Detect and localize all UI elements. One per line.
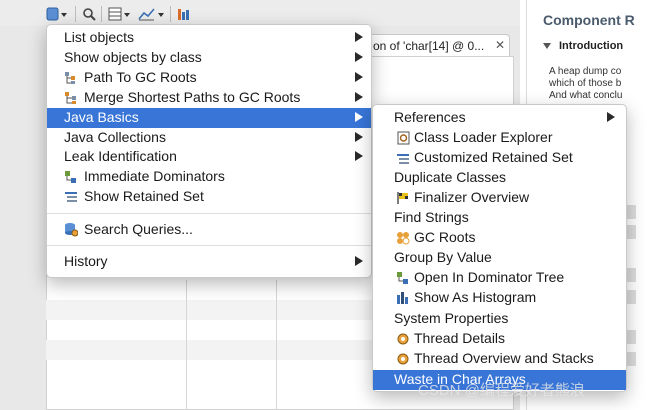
thread-details-icon: [396, 331, 410, 346]
search-queries-icon: [64, 222, 78, 237]
menu-item-java-collections[interactable]: Java Collections: [47, 128, 371, 148]
chart-dropdown-button[interactable]: [138, 7, 166, 21]
editor-tab[interactable]: on of 'char[14] @ 0... ✕: [368, 34, 510, 56]
submenu-arrow-icon: [355, 32, 363, 42]
path-to-gc-roots-icon: [64, 70, 78, 85]
java-basics-submenu: References Class Loader Explorer Customi…: [372, 104, 627, 392]
submenu-item-thread-overview-and-stacks[interactable]: Thread Overview and Stacks: [373, 349, 626, 369]
submenu-item-finalizer-overview[interactable]: Finalizer Overview: [373, 188, 626, 208]
table-row: [46, 300, 372, 320]
submenu-arrow-icon: [607, 112, 615, 122]
help-text: A heap dump co which of those b And what…: [549, 66, 623, 101]
submenu-arrow-icon: [355, 132, 363, 142]
line-chart-icon: [138, 8, 164, 21]
gray-block: [626, 352, 636, 366]
table-row: [46, 340, 372, 360]
thread-overview-icon: [396, 351, 410, 366]
gray-block: [626, 290, 636, 304]
submenu-item-customized-retained-set[interactable]: Customized Retained Set: [373, 148, 626, 168]
retained-set-icon: [64, 189, 78, 204]
section-title: Introduction: [559, 40, 624, 52]
gc-roots-icon: [396, 230, 410, 245]
gray-block: [626, 205, 636, 219]
introduction-section-toggle[interactable]: Introduction: [543, 40, 623, 52]
submenu-item-duplicate-classes[interactable]: Duplicate Classes: [373, 168, 626, 188]
close-icon[interactable]: ✕: [495, 38, 505, 52]
menu-item-java-basics[interactable]: Java Basics: [47, 108, 371, 128]
table-dropdown-button[interactable]: [108, 7, 132, 21]
menu-item-list-objects[interactable]: List objects: [47, 28, 371, 48]
merge-paths-icon: [64, 90, 78, 105]
column-divider: [186, 280, 187, 410]
menu-separator: [47, 245, 371, 246]
histogram-icon: [396, 290, 410, 305]
submenu-item-show-as-histogram[interactable]: Show As Histogram: [373, 288, 626, 308]
column-divider: [276, 280, 277, 410]
watermark: CSDN @编程爱好者熊浪: [418, 382, 585, 399]
submenu-item-find-strings[interactable]: Find Strings: [373, 208, 626, 228]
magnifier-icon: [83, 8, 96, 21]
chevron-down-icon: [543, 43, 551, 50]
menu-item-path-to-gc-roots[interactable]: Path To GC Roots: [47, 68, 371, 88]
submenu-arrow-icon: [355, 92, 363, 102]
help-panel-title: Component R: [543, 12, 635, 28]
finalizer-icon: [396, 190, 410, 205]
menu-item-search-queries[interactable]: Search Queries...: [47, 220, 371, 240]
menu-item-immediate-dominators[interactable]: Immediate Dominators: [47, 167, 371, 187]
submenu-item-gc-roots[interactable]: GC Roots: [373, 228, 626, 248]
report-icon: [178, 9, 189, 20]
menu-item-history[interactable]: History: [47, 252, 371, 272]
submenu-arrow-icon: [355, 72, 363, 82]
menu-item-show-retained-set[interactable]: Show Retained Set: [47, 187, 371, 207]
editor-tab-title: on of 'char[14] @ 0...: [373, 39, 485, 53]
gray-block: [626, 330, 636, 344]
table-icon: [108, 7, 130, 21]
submenu-arrow-icon: [355, 151, 363, 161]
report-button[interactable]: [176, 7, 190, 21]
submenu-arrow-icon: [355, 256, 363, 266]
menu-item-show-objects-by-class[interactable]: Show objects by class: [47, 48, 371, 68]
menu-item-merge-shortest-paths[interactable]: Merge Shortest Paths to GC Roots: [47, 88, 371, 108]
heap-dump-dropdown-button[interactable]: [46, 7, 68, 21]
submenu-arrow-icon: [355, 52, 363, 62]
class-loader-icon: [396, 130, 410, 145]
gray-block: [626, 225, 636, 239]
submenu-item-system-properties[interactable]: System Properties: [373, 309, 626, 329]
menu-separator: [47, 213, 371, 214]
context-menu: List objects Show objects by class Path …: [46, 24, 372, 278]
dominator-tree-icon: [396, 270, 410, 285]
immediate-dominators-icon: [64, 169, 78, 184]
menu-item-leak-identification[interactable]: Leak Identification: [47, 147, 371, 167]
submenu-item-references[interactable]: References: [373, 108, 626, 128]
toolbar: [0, 0, 520, 26]
gray-block: [626, 268, 636, 282]
submenu-item-group-by-value[interactable]: Group By Value: [373, 248, 626, 268]
search-button[interactable]: [82, 7, 96, 21]
submenu-arrow-icon: [355, 112, 363, 122]
submenu-item-thread-details[interactable]: Thread Details: [373, 329, 626, 349]
submenu-item-class-loader-explorer[interactable]: Class Loader Explorer: [373, 128, 626, 148]
submenu-item-open-in-dominator-tree[interactable]: Open In Dominator Tree: [373, 268, 626, 288]
customized-retained-set-icon: [396, 150, 410, 165]
database-icon: [46, 7, 67, 21]
